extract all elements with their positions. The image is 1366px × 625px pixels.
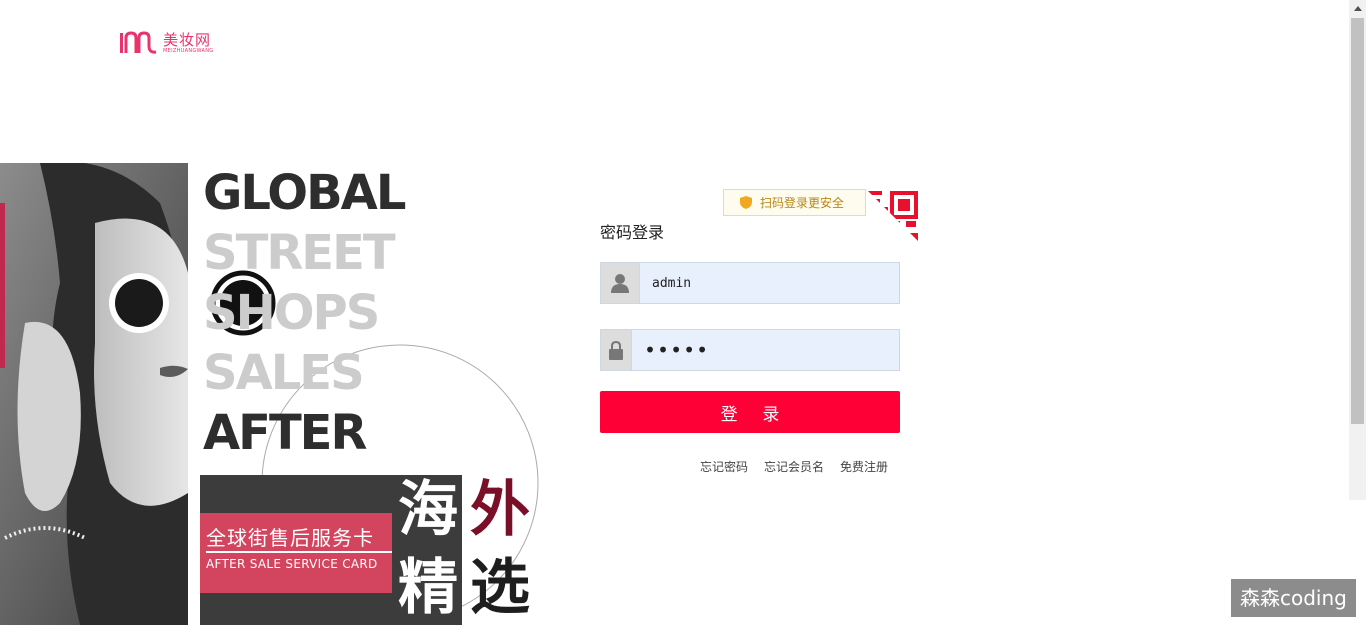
banner-card-subtitle: AFTER SALE SERVICE CARD: [206, 557, 378, 571]
shield-icon: [740, 196, 752, 209]
username-input[interactable]: [640, 263, 899, 303]
forgot-username-link[interactable]: 忘记会员名: [764, 458, 824, 475]
watermark: 森森coding: [1231, 579, 1356, 617]
banner-line: STREET: [203, 225, 396, 281]
banner-line: SALES: [203, 345, 365, 401]
scrollbar-thumb[interactable]: [1351, 18, 1364, 424]
banner-char: 精: [398, 553, 458, 623]
banner-char: 外: [470, 475, 530, 545]
login-page: 美妆网 MEIZHUANGWANG GLOBAL STREET SHOPS SA…: [0, 0, 1366, 625]
qr-tip-text: 扫码登录更安全: [760, 196, 845, 210]
banner-line: SHOPS: [203, 285, 380, 341]
banner-line: AFTER: [203, 405, 367, 461]
login-links: 忘记密码 忘记会员名 免费注册: [700, 458, 888, 475]
password-field: [600, 329, 900, 371]
qr-code-icon[interactable]: [866, 189, 920, 243]
banner-char: 选: [470, 553, 530, 623]
logo-subtitle: MEIZHUANGWANG: [163, 47, 214, 54]
forgot-password-link[interactable]: 忘记密码: [700, 458, 748, 475]
qr-login-tip: 扫码登录更安全: [723, 189, 872, 216]
register-link[interactable]: 免费注册: [840, 458, 888, 475]
login-title: 密码登录: [600, 223, 665, 242]
user-icon: [601, 263, 640, 303]
logo-title: 美妆网: [163, 30, 212, 49]
password-input[interactable]: [632, 330, 899, 370]
vertical-scrollbar[interactable]: [1349, 0, 1366, 500]
lock-icon: [601, 330, 632, 370]
login-button[interactable]: 登 录: [600, 391, 900, 433]
banner-card-title: 全球街售后服务卡: [206, 526, 374, 550]
logo-mark-icon: [120, 31, 157, 54]
site-logo[interactable]: 美妆网 MEIZHUANGWANG: [118, 30, 213, 56]
banner-headline: GLOBAL STREET SHOPS SALES AFTER: [203, 163, 406, 463]
scroll-up-icon[interactable]: [1349, 0, 1366, 17]
banner-line: GLOBAL: [203, 165, 406, 221]
promo-banner: GLOBAL STREET SHOPS SALES AFTER 全球街售后服务卡…: [0, 163, 545, 625]
banner-char: 海: [398, 475, 458, 545]
username-field: [600, 262, 900, 304]
